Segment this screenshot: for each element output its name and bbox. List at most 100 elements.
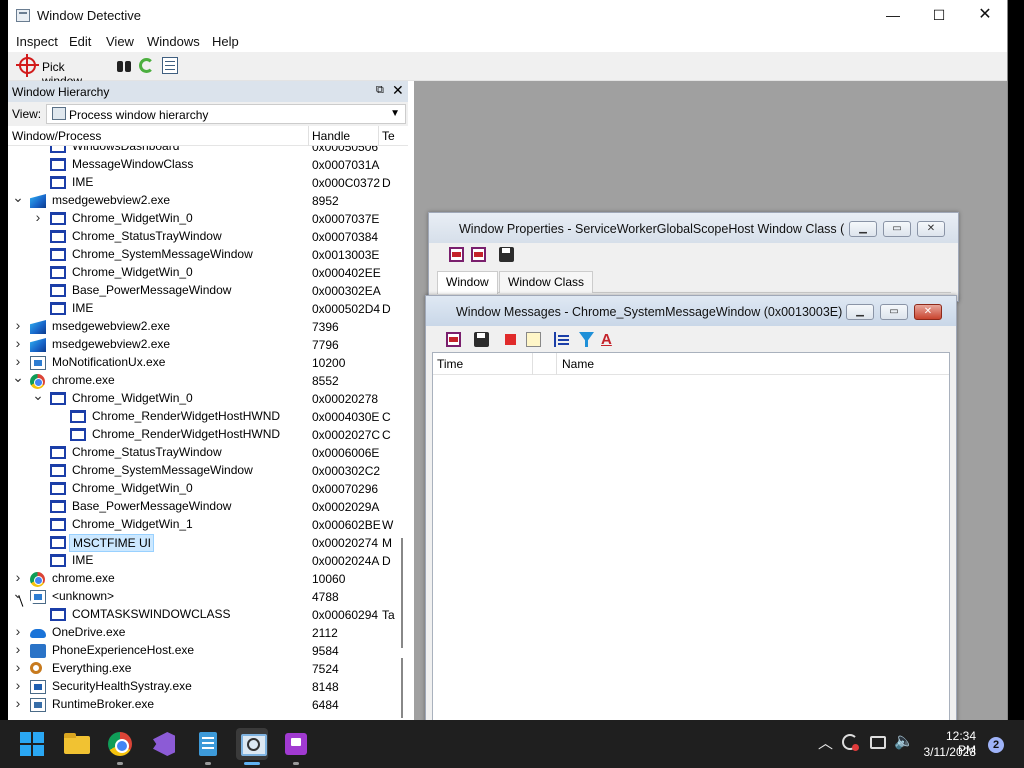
tree-row[interactable]: › SecurityHealthSystray.exe 8148 xyxy=(8,677,398,696)
messages-list[interactable]: Time Name xyxy=(432,352,950,724)
tree-row[interactable]: IME 0x000502D4 D xyxy=(8,300,398,318)
tree-row[interactable]: Base_PowerMessageWindow 0x000302EA xyxy=(8,282,398,300)
notification-badge[interactable]: 2 xyxy=(988,737,1004,753)
app-icon[interactable] xyxy=(280,728,312,760)
binoculars-icon[interactable] xyxy=(116,57,132,74)
tree-row[interactable]: Chrome_StatusTrayWindow 0x0006006E xyxy=(8,444,398,462)
float-panel-icon[interactable]: ⧉ xyxy=(376,84,388,96)
tree-row[interactable]: Chrome_RenderWidgetHostHWND 0x0002027C C xyxy=(8,426,398,444)
tree-row[interactable]: › Chrome_WidgetWin_0 0x0007037E xyxy=(8,209,398,228)
properties-close-button[interactable]: ✕ xyxy=(917,221,945,237)
tree-row[interactable]: Chrome_StatusTrayWindow 0x00070384 xyxy=(8,228,398,246)
column-divider[interactable] xyxy=(308,126,309,146)
pick-window-button[interactable]: Pick window xyxy=(12,54,102,88)
tree-row[interactable]: Chrome_SystemMessageWindow 0x000302C2 xyxy=(8,462,398,480)
close-button[interactable]: ✕ xyxy=(962,0,1007,32)
column-window-process[interactable]: Window/Process xyxy=(12,129,101,143)
save-icon[interactable] xyxy=(499,247,514,262)
tree-row[interactable]: › OneDrive.exe 2112 xyxy=(8,623,398,642)
tree-row[interactable]: ⌄ msedgewebview2.exe 8952 xyxy=(8,189,398,210)
tree-row[interactable]: IME 0x000C0372 D xyxy=(8,174,398,192)
column-text[interactable]: Te xyxy=(382,129,398,143)
collapse-chevron-icon[interactable]: ⌄ xyxy=(32,387,44,404)
save-icon[interactable] xyxy=(474,332,489,347)
tree-row[interactable]: › MoNotificationUx.exe 10200 xyxy=(8,353,398,372)
window-frame-icon[interactable] xyxy=(471,247,486,262)
font-icon[interactable]: A xyxy=(601,332,616,347)
tree-row[interactable]: COMTASKSWINDOWCLASS 0x00060294 Ta xyxy=(8,606,398,624)
chrome-icon[interactable] xyxy=(104,728,136,760)
close-panel-icon[interactable]: ✕ xyxy=(392,82,404,99)
scrollbar-thumb[interactable] xyxy=(401,538,403,648)
menu-edit[interactable]: Edit xyxy=(69,34,91,49)
tree-row[interactable]: Chrome_RenderWidgetHostHWND 0x0004030E C xyxy=(8,408,398,426)
chevron-down-icon[interactable]: ▼ xyxy=(390,108,400,119)
tree-row[interactable]: ⌄ <unknown> 4788 xyxy=(8,585,398,606)
minimize-button[interactable]: — xyxy=(870,0,916,32)
title-bar[interactable]: Window Detective — ☐ ✕ xyxy=(8,0,1007,32)
tree-row[interactable]: › Everything.exe 7524 xyxy=(8,659,398,678)
message-list-icon[interactable] xyxy=(554,332,569,347)
tree-row[interactable]: › chrome.exe 10060 xyxy=(8,569,398,588)
tree-row[interactable]: MessageWindowClass 0x0007031A xyxy=(8,156,398,174)
maximize-button[interactable]: ☐ xyxy=(916,0,962,32)
column-divider[interactable] xyxy=(378,126,379,146)
tree-row[interactable]: WindowsDashboard 0x00050506 xyxy=(8,146,398,156)
properties-icon[interactable] xyxy=(162,57,178,74)
tree-row[interactable]: Chrome_WidgetWin_0 0x00070296 xyxy=(8,480,398,498)
tree-row[interactable]: Base_PowerMessageWindow 0x0002029A xyxy=(8,498,398,516)
tree-row[interactable]: › PhoneExperienceHost.exe 9584 xyxy=(8,641,398,660)
file-explorer-icon[interactable] xyxy=(61,728,93,760)
expand-chevron-icon[interactable]: › xyxy=(32,209,44,225)
expand-chevron-icon[interactable]: › xyxy=(12,677,24,693)
expand-chevron-icon[interactable]: › xyxy=(12,623,24,639)
menu-help[interactable]: Help xyxy=(212,34,239,49)
properties-minimize-button[interactable]: ▁ xyxy=(849,221,877,237)
clock-date[interactable]: 3/11/2023 xyxy=(922,745,977,759)
tree-row[interactable]: MSCTFIME UI 0x00020274 M xyxy=(8,534,398,552)
tree-row[interactable]: Chrome_WidgetWin_0 0x000402EE xyxy=(8,264,398,282)
highlight-window-icon[interactable] xyxy=(449,247,464,262)
expand-chevron-icon[interactable]: › xyxy=(12,335,24,351)
tree-row[interactable]: Chrome_SystemMessageWindow 0x0013003E xyxy=(8,246,398,264)
expand-chevron-icon[interactable]: › xyxy=(12,659,24,675)
expand-chevron-icon[interactable]: › xyxy=(12,695,24,711)
expand-chevron-icon[interactable]: › xyxy=(12,641,24,657)
tree-row[interactable]: IME 0x0002024A D xyxy=(8,552,398,570)
notepad-icon[interactable] xyxy=(192,728,224,760)
tree-row[interactable]: › msedgewebview2.exe 7796 xyxy=(8,335,398,354)
windows-start-icon[interactable] xyxy=(16,728,48,760)
tab-window[interactable]: Window xyxy=(437,271,498,294)
column-name[interactable]: Name xyxy=(562,357,594,371)
highlight-window-icon[interactable] xyxy=(446,332,461,347)
refresh-icon[interactable] xyxy=(139,58,154,73)
filter-icon[interactable] xyxy=(579,332,594,347)
expand-chevron-icon[interactable]: › xyxy=(12,569,24,585)
visual-studio-icon[interactable] xyxy=(148,728,180,760)
properties-title-bar[interactable]: Window Properties - ServiceWorkerGlobalS… xyxy=(429,213,958,243)
properties-maximize-button[interactable]: ▭ xyxy=(883,221,911,237)
network-icon[interactable] xyxy=(870,736,886,749)
tree-row[interactable]: ⌄ chrome.exe 8552 xyxy=(8,369,398,390)
column-divider[interactable] xyxy=(556,353,557,375)
window-detective-icon[interactable] xyxy=(236,728,268,760)
clear-icon[interactable] xyxy=(526,332,541,347)
tab-window-class[interactable]: Window Class xyxy=(499,271,594,293)
chevron-up-icon[interactable]: ︿ xyxy=(818,732,833,753)
stop-icon[interactable] xyxy=(505,334,516,345)
tree-row[interactable]: Chrome_WidgetWin_1 0x000602BE W xyxy=(8,516,398,534)
messages-minimize-button[interactable]: ▁ xyxy=(846,304,874,320)
view-select[interactable]: Process window hierarchy ▼ xyxy=(46,104,406,124)
column-divider[interactable] xyxy=(532,353,533,375)
collapse-chevron-icon[interactable]: ⌄ xyxy=(12,189,24,206)
column-time[interactable]: Time xyxy=(437,357,463,371)
tree-row[interactable]: › RuntimeBroker.exe 6484 xyxy=(8,695,398,714)
menu-view[interactable]: View xyxy=(106,34,134,49)
tree-row[interactable]: ⌄ Chrome_WidgetWin_0 0x00020278 xyxy=(8,387,398,408)
expand-chevron-icon[interactable]: › xyxy=(12,317,24,333)
menu-windows[interactable]: Windows xyxy=(147,34,200,49)
column-handle[interactable]: Handle xyxy=(312,129,350,143)
volume-icon[interactable]: 🔈 xyxy=(894,731,914,751)
messages-title-bar[interactable]: Window Messages - Chrome_SystemMessageWi… xyxy=(426,296,956,326)
messages-close-button[interactable]: ✕ xyxy=(914,304,942,320)
